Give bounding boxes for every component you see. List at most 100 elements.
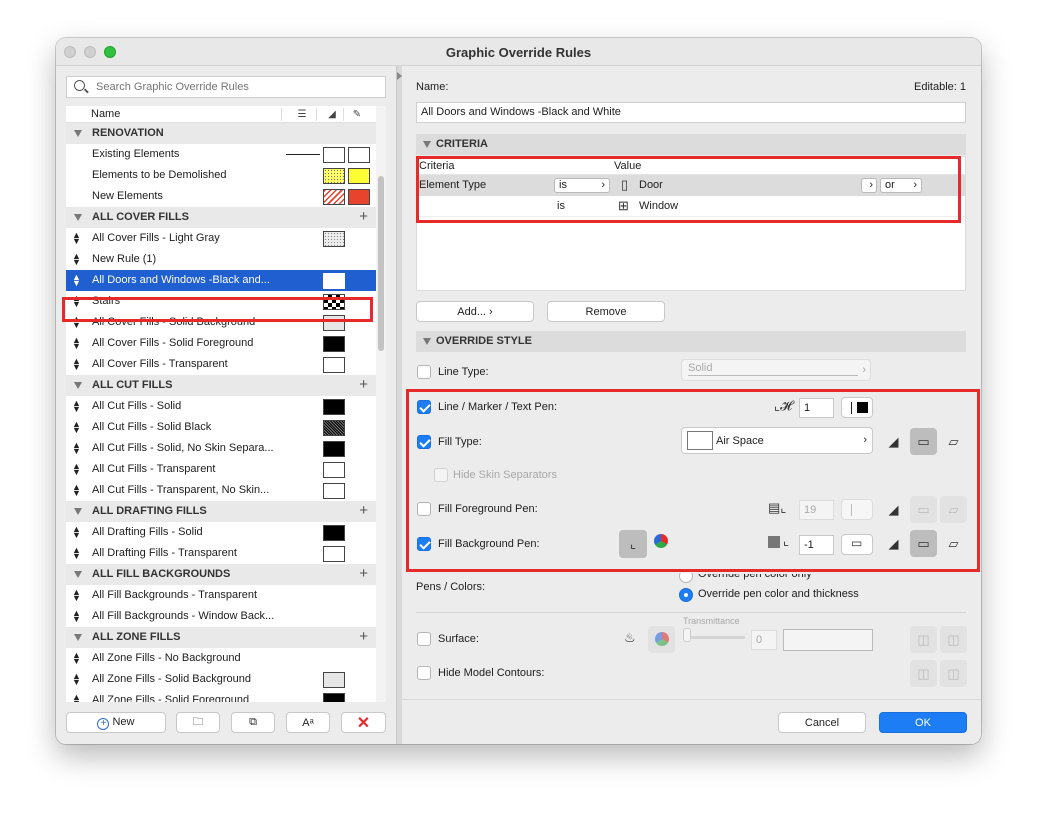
fill-foreground-pen-swatch[interactable]: [841, 499, 873, 520]
cover-fill-icon[interactable]: ▭: [910, 496, 937, 523]
contour-mode-icon-2[interactable]: ◫: [940, 660, 967, 687]
disclosure-triangle-icon[interactable]: [74, 382, 82, 389]
hide-model-contours-checkbox[interactable]: [417, 666, 431, 680]
list-item[interactable]: ▲ ▼ All Cut Fills - Solid Black: [66, 417, 376, 438]
line-pen-swatch-button[interactable]: [841, 397, 873, 418]
fill-type-checkbox[interactable]: [417, 435, 431, 449]
criteria-row[interactable]: is ⊞ Window: [417, 196, 965, 217]
rename-button[interactable]: Aᵃ: [286, 712, 330, 733]
override-color-only-radio[interactable]: [679, 573, 693, 583]
fill-background-pen-number[interactable]: -1: [799, 535, 834, 555]
drag-handle-icon[interactable]: ▲▼: [72, 693, 81, 703]
drag-handle-icon[interactable]: ▲▼: [72, 315, 81, 330]
group-all-cover-fills[interactable]: ALL COVER FILLS +: [66, 207, 376, 228]
criteria-section-header[interactable]: CRITERIA: [416, 134, 966, 155]
drag-handle-icon[interactable]: ▲▼: [72, 483, 81, 498]
group-all-cut-fills[interactable]: ALL CUT FILLS +: [66, 375, 376, 396]
disclosure-triangle-icon[interactable]: [74, 214, 82, 221]
rule-name-field[interactable]: All Doors and Windows -Black and White: [416, 102, 966, 123]
drag-handle-icon[interactable]: ▲▼: [72, 441, 81, 456]
list-item[interactable]: ▲ ▼ All Cover Fills - Transparent: [66, 354, 376, 375]
list-item[interactable]: ▲ ▼ All Drafting Fills - Solid: [66, 522, 376, 543]
fill-type-select[interactable]: Air Space ›: [681, 427, 873, 454]
ok-button[interactable]: OK: [879, 712, 967, 733]
drag-handle-icon[interactable]: ▲▼: [72, 462, 81, 477]
add-rule-icon[interactable]: +: [359, 376, 368, 394]
list-item[interactable]: ▲ ▼ New Rule (1): [66, 249, 376, 270]
surface-color-wheel-icon[interactable]: [648, 626, 675, 653]
add-criteria-button[interactable]: Add... ›: [416, 301, 534, 322]
list-item[interactable]: ▲ ▼ All Cut Fills - Transparent, No Skin.…: [66, 480, 376, 501]
disclosure-triangle-icon[interactable]: [74, 130, 82, 137]
override-color-thickness-radio[interactable]: [679, 588, 693, 602]
drag-handle-icon[interactable]: ▲▼: [72, 399, 81, 414]
line-type-select[interactable]: Solid ›: [681, 359, 871, 381]
new-folder-button[interactable]: 🗀: [176, 712, 220, 733]
contour-mode-icon-1[interactable]: ◫: [910, 660, 937, 687]
line-column-icon[interactable]: ☰: [295, 109, 309, 120]
list-item[interactable]: ▲ ▼ All Fill Backgrounds - Transparent: [66, 585, 376, 606]
list-item[interactable]: Existing Elements: [66, 144, 376, 165]
group-all-fill-backgrounds[interactable]: ALL FILL BACKGROUNDS +: [66, 564, 376, 585]
list-scroll-thumb[interactable]: [378, 176, 384, 351]
remove-criteria-button[interactable]: Remove: [547, 301, 665, 322]
transmittance-slider[interactable]: [683, 636, 745, 639]
list-item[interactable]: New Elements: [66, 186, 376, 207]
transmittance-value[interactable]: 0: [751, 630, 777, 650]
group-renovation[interactable]: RENOVATION: [66, 123, 376, 144]
drag-handle-icon[interactable]: ▲▼: [72, 609, 81, 624]
group-all-zone-fills[interactable]: ALL ZONE FILLS +: [66, 627, 376, 648]
add-rule-icon[interactable]: +: [359, 208, 368, 226]
drag-handle-icon[interactable]: ▲▼: [72, 525, 81, 540]
list-item[interactable]: ▲ ▼ All Cut Fills - Solid: [66, 396, 376, 417]
disclosure-triangle-icon[interactable]: [423, 141, 431, 148]
search-input[interactable]: [94, 79, 379, 95]
color-wheel-icon[interactable]: [654, 534, 668, 548]
cancel-button[interactable]: Cancel: [778, 712, 866, 733]
list-item[interactable]: ▲▼ All Zone Fills - Solid Foreground: [66, 690, 376, 702]
drag-handle-icon[interactable]: ▲▼: [72, 651, 81, 666]
pen-column-icon[interactable]: ✎: [350, 109, 364, 120]
fill-background-pen-swatch[interactable]: ▭: [841, 534, 873, 555]
add-rule-icon[interactable]: +: [359, 565, 368, 583]
drafting-fill-icon[interactable]: ▱: [940, 496, 967, 523]
hide-skin-separators-checkbox[interactable]: [434, 468, 448, 482]
list-item[interactable]: ▲ ▼ All Cover Fills - Light Gray: [66, 228, 376, 249]
drag-handle-icon[interactable]: ▲▼: [72, 420, 81, 435]
drafting-fill-icon[interactable]: ▱: [940, 530, 967, 557]
list-item[interactable]: ▲ ▼ All Cut Fills - Solid, No Skin Separa…: [66, 438, 376, 459]
drag-handle-icon[interactable]: ▲▼: [72, 672, 81, 687]
disclosure-triangle-icon[interactable]: [74, 508, 82, 515]
drag-handle-icon[interactable]: ▲▼: [72, 336, 81, 351]
list-scrollbar[interactable]: [376, 106, 386, 702]
transmittance-slider-knob[interactable]: [683, 628, 691, 642]
override-style-section-header[interactable]: OVERRIDE STYLE: [416, 331, 966, 352]
pen-mode-icon[interactable]: ⌞: [619, 530, 647, 558]
column-header-name[interactable]: Name: [91, 108, 120, 120]
list-item[interactable]: ▲ ▼ All Fill Backgrounds - Window Back...: [66, 606, 376, 627]
group-all-drafting-fills[interactable]: ALL DRAFTING FILLS +: [66, 501, 376, 522]
fill-background-pen-checkbox[interactable]: [417, 537, 431, 551]
add-rule-icon[interactable]: +: [359, 628, 368, 646]
drag-handle-icon[interactable]: ▲▼: [72, 231, 81, 246]
surface-mode-icon-1[interactable]: ◫: [910, 626, 937, 653]
surface-swatch[interactable]: [783, 629, 873, 651]
list-item[interactable]: Elements to be Demolished: [66, 165, 376, 186]
drag-handle-icon[interactable]: ▲▼: [72, 357, 81, 372]
surface-mode-icon-2[interactable]: ◫: [940, 626, 967, 653]
operator-select[interactable]: is ›: [554, 178, 610, 193]
logic-select[interactable]: or ›: [880, 178, 922, 193]
list-item[interactable]: ▲ ▼ Stairs: [66, 291, 376, 312]
cover-fill-icon[interactable]: ▭: [910, 428, 937, 455]
list-item[interactable]: ▲ ▼ All Cover Fills - Solid Background: [66, 312, 376, 333]
list-item[interactable]: ▲ ▼ All Cover Fills - Solid Foreground: [66, 333, 376, 354]
disclosure-triangle-icon[interactable]: [74, 634, 82, 641]
new-rule-button[interactable]: + New: [66, 712, 166, 733]
cut-fill-icon[interactable]: ◢: [880, 530, 907, 557]
fill-column-icon[interactable]: ◢: [325, 109, 339, 120]
line-type-checkbox[interactable]: [417, 365, 431, 379]
disclosure-triangle-icon[interactable]: [74, 571, 82, 578]
list-item[interactable]: ▲ ▼ All Zone Fills - No Background: [66, 648, 376, 669]
list-item-selected[interactable]: ▲ ▼ All Doors and Windows -Black and...: [66, 270, 376, 291]
delete-button[interactable]: ✕: [341, 712, 386, 733]
